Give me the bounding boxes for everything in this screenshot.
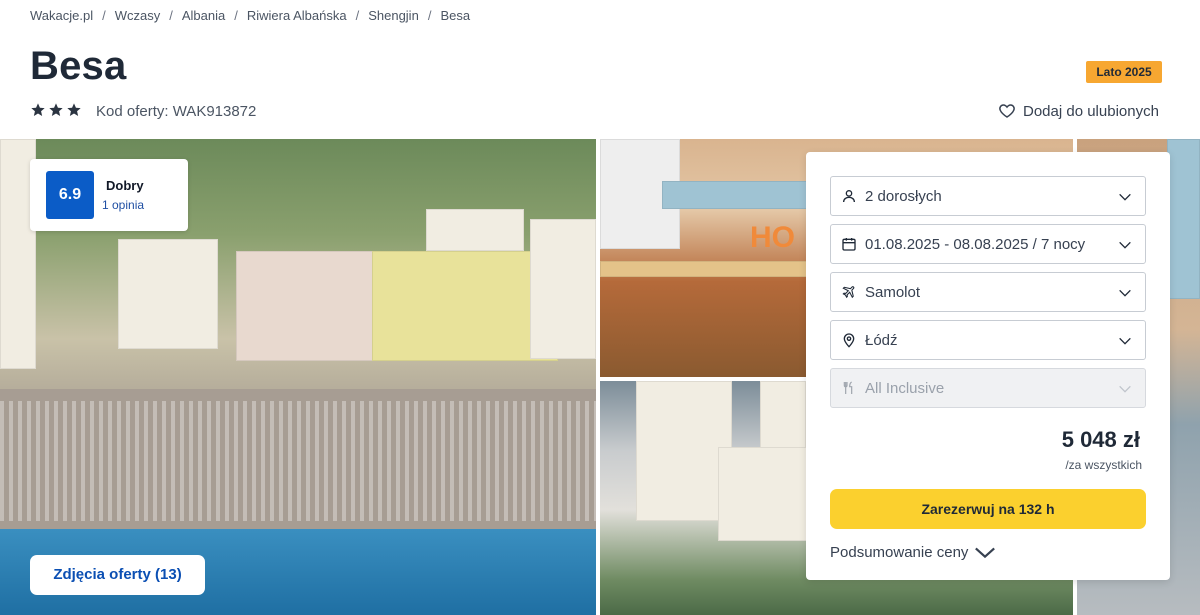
breadcrumb: Wakacje.pl / Wczasy / Albania / Riwiera …	[30, 8, 470, 23]
departure-select[interactable]: Łódź	[830, 320, 1146, 360]
plane-icon	[841, 284, 857, 300]
total-price: 5 048 zł	[1061, 427, 1140, 452]
price-summary-label: Podsumowanie ceny	[830, 544, 969, 561]
breadcrumb-separator: /	[355, 8, 360, 23]
book-button[interactable]: Zarezerwuj na 132 h	[830, 489, 1146, 529]
chevron-down-icon	[1119, 289, 1131, 297]
breadcrumb-link-city[interactable]: Shengjin	[368, 8, 419, 23]
main-photo[interactable]: 6.9 Dobry 1 opinia Zdjęcia oferty (13)	[0, 139, 596, 615]
price-note: /za wszystkich	[1065, 458, 1142, 472]
transport-value: Samolot	[865, 283, 921, 301]
rating-card[interactable]: 6.9 Dobry 1 opinia	[30, 159, 188, 231]
person-icon	[841, 188, 857, 204]
rating-label: Dobry	[106, 178, 144, 193]
breadcrumb-link-hotel[interactable]: Besa	[440, 8, 470, 23]
board-select: All Inclusive	[830, 368, 1146, 408]
add-to-favorites-button[interactable]: Dodaj do ulubionych	[998, 102, 1159, 120]
photo-gallery: 6.9 Dobry 1 opinia Zdjęcia oferty (13) H…	[0, 139, 1200, 615]
hotel-stars	[30, 102, 82, 118]
breadcrumb-link-region[interactable]: Riwiera Albańska	[247, 8, 347, 23]
booking-panel: 2 dorosłych 01.08.2025 - 08.08.2025 / 7 …	[806, 152, 1170, 580]
chevron-down-icon	[1119, 337, 1131, 345]
chevron-down-icon	[1119, 385, 1131, 393]
location-pin-icon	[841, 332, 857, 348]
cutlery-icon	[841, 380, 857, 396]
breadcrumb-separator: /	[169, 8, 173, 23]
price-summary-toggle[interactable]: Podsumowanie ceny	[830, 544, 996, 561]
star-icon	[49, 103, 63, 116]
breadcrumb-separator: /	[102, 8, 106, 23]
favorite-label: Dodaj do ulubionych	[1023, 102, 1159, 120]
transport-select[interactable]: Samolot	[830, 272, 1146, 312]
breadcrumb-link-wczasy[interactable]: Wczasy	[115, 8, 161, 23]
star-icon	[67, 103, 81, 116]
dates-select[interactable]: 01.08.2025 - 08.08.2025 / 7 nocy	[830, 224, 1146, 264]
chevron-down-icon	[975, 547, 996, 558]
season-badge: Lato 2025	[1086, 61, 1162, 83]
travelers-value: 2 dorosłych	[865, 187, 942, 205]
departure-value: Łódź	[865, 331, 898, 349]
breadcrumb-separator: /	[427, 8, 432, 23]
offer-code: Kod oferty: WAK913872	[96, 103, 257, 120]
calendar-icon	[841, 236, 857, 252]
chevron-down-icon	[1119, 241, 1131, 249]
breadcrumb-separator: /	[234, 8, 238, 23]
board-value: All Inclusive	[865, 379, 945, 397]
review-count-link[interactable]: 1 opinia	[102, 198, 144, 212]
breadcrumb-link-country[interactable]: Albania	[182, 8, 225, 23]
breadcrumb-link-home[interactable]: Wakacje.pl	[30, 8, 93, 23]
offer-photos-button[interactable]: Zdjęcia oferty (13)	[30, 555, 205, 595]
rating-score: 6.9	[46, 171, 94, 219]
dates-value: 01.08.2025 - 08.08.2025 / 7 nocy	[865, 235, 1086, 253]
heart-icon	[999, 104, 1015, 118]
hotel-title: Besa	[30, 44, 127, 88]
chevron-down-icon	[1119, 193, 1131, 201]
travelers-select[interactable]: 2 dorosłych	[830, 176, 1146, 216]
star-icon	[31, 103, 45, 116]
